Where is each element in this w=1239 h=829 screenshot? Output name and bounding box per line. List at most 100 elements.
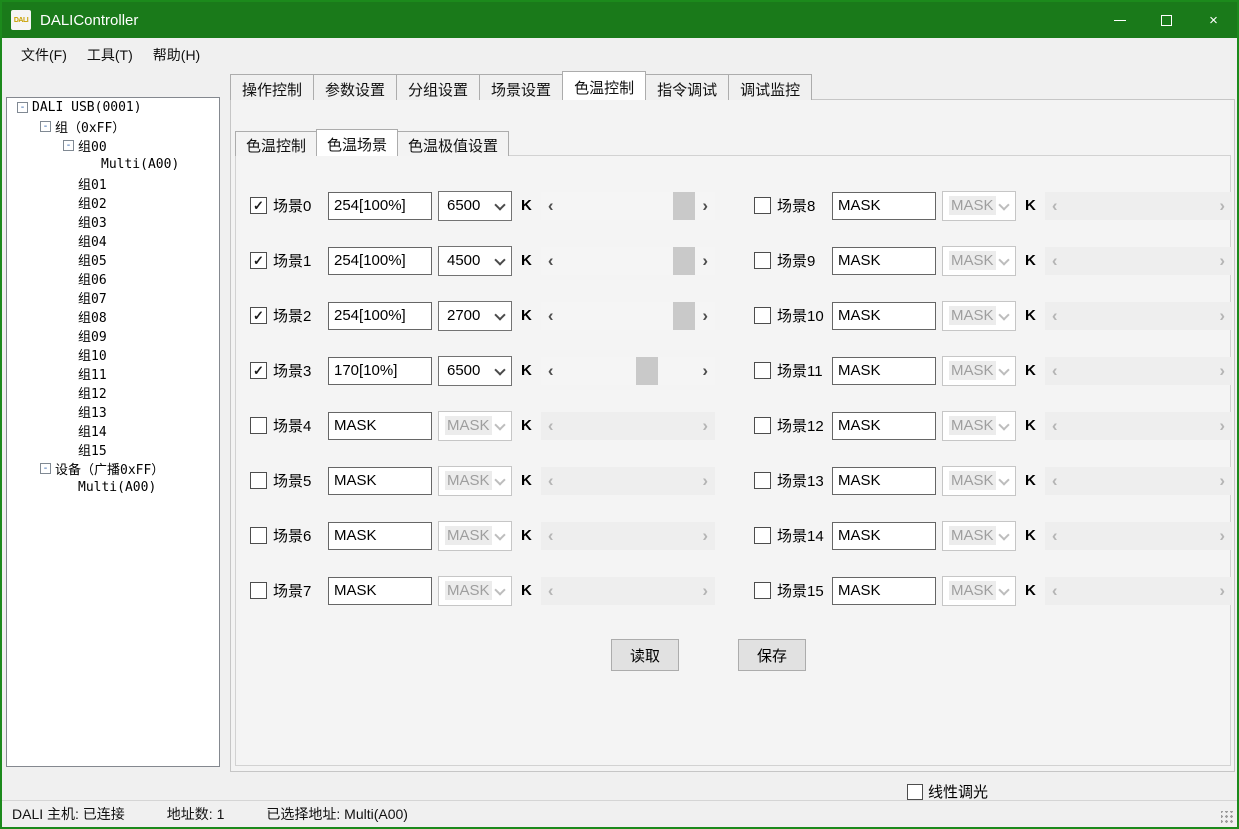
tree-node[interactable]: 组06 [7, 269, 219, 288]
brightness-input[interactable] [328, 467, 432, 495]
tab-scene-settings[interactable]: 场景设置 [479, 74, 563, 100]
tree-node[interactable]: 组11 [7, 364, 219, 383]
subtab-color-temp-control[interactable]: 色温控制 [235, 131, 317, 156]
tree-node[interactable]: 组04 [7, 231, 219, 250]
unit-label: K [1025, 197, 1036, 214]
brightness-input[interactable] [328, 577, 432, 605]
tree-node[interactable]: -组00 [7, 136, 219, 155]
brightness-slider[interactable]: ‹ › [541, 192, 715, 220]
slider-thumb[interactable] [673, 247, 695, 275]
scene-checkbox[interactable] [250, 472, 267, 489]
tree-node[interactable]: -DALI USB(0001) [7, 98, 219, 117]
subtab-color-temp-scene[interactable]: 色温场景 [316, 129, 398, 156]
scroll-left-icon[interactable]: ‹ [548, 197, 554, 214]
brightness-input[interactable] [328, 522, 432, 550]
tree-collapse-icon[interactable]: - [40, 463, 51, 474]
tree-node[interactable]: 组03 [7, 212, 219, 231]
scroll-left-icon[interactable]: ‹ [548, 307, 554, 324]
slider-thumb[interactable] [636, 357, 658, 385]
scroll-right-icon[interactable]: › [702, 197, 708, 214]
scroll-right-icon[interactable]: › [702, 362, 708, 379]
tree-node[interactable]: 组09 [7, 326, 219, 345]
brightness-input[interactable] [832, 467, 936, 495]
tree-node[interactable]: -设备（广播0xFF） [7, 459, 219, 478]
tree-node[interactable]: 组13 [7, 402, 219, 421]
tab-grouping-settings[interactable]: 分组设置 [396, 74, 480, 100]
menu-item-tools[interactable]: 工具(T) [77, 40, 143, 70]
brightness-input[interactable] [832, 577, 936, 605]
color-temp-select[interactable]: 2700 [438, 301, 512, 331]
tab-color-temp-control[interactable]: 色温控制 [562, 71, 646, 100]
brightness-input[interactable] [832, 247, 936, 275]
scene-label: 场景6 [273, 525, 328, 546]
tree-node[interactable]: -组（0xFF） [7, 117, 219, 136]
brightness-slider[interactable]: ‹ › [541, 247, 715, 275]
tab-debug-monitor[interactable]: 调试监控 [728, 74, 812, 100]
brightness-slider[interactable]: ‹ › [541, 302, 715, 330]
tree-node[interactable]: 组14 [7, 421, 219, 440]
brightness-slider[interactable]: ‹ › [541, 357, 715, 385]
resize-grip-icon[interactable] [1221, 811, 1234, 824]
tree-node[interactable]: 组07 [7, 288, 219, 307]
menu-item-help[interactable]: 帮助(H) [143, 40, 210, 70]
scene-checkbox[interactable] [754, 472, 771, 489]
tree-node[interactable]: Multi(A00) [7, 155, 219, 174]
tree-node[interactable]: 组10 [7, 345, 219, 364]
device-tree[interactable]: -DALI USB(0001)-组（0xFF）-组00Multi(A00)组01… [6, 97, 220, 767]
tree-node[interactable]: 组12 [7, 383, 219, 402]
scene-checkbox[interactable]: ✓ [250, 197, 267, 214]
scene-checkbox[interactable] [754, 307, 771, 324]
tab-operation-control[interactable]: 操作控制 [230, 74, 314, 100]
subtab-color-temp-limits[interactable]: 色温极值设置 [397, 131, 509, 156]
scene-checkbox[interactable] [250, 527, 267, 544]
tree-node[interactable]: 组08 [7, 307, 219, 326]
menu-item-file[interactable]: 文件(F) [11, 40, 77, 70]
brightness-input[interactable] [832, 412, 936, 440]
tree-collapse-icon[interactable]: - [63, 140, 74, 151]
slider-thumb[interactable] [673, 192, 695, 220]
read-button[interactable]: 读取 [611, 639, 679, 671]
scroll-right-icon[interactable]: › [702, 307, 708, 324]
brightness-input[interactable] [832, 357, 936, 385]
scene-checkbox[interactable]: ✓ [250, 307, 267, 324]
scene-checkbox[interactable] [754, 417, 771, 434]
brightness-input[interactable] [832, 192, 936, 220]
tree-node[interactable]: Multi(A00) [7, 478, 219, 497]
color-temp-select[interactable]: 6500 [438, 191, 512, 221]
linear-dimming-checkbox[interactable] [907, 784, 923, 800]
scene-checkbox[interactable] [250, 417, 267, 434]
brightness-input[interactable] [328, 247, 432, 275]
slider-thumb[interactable] [673, 302, 695, 330]
scene-checkbox[interactable] [250, 582, 267, 599]
tree-collapse-icon[interactable]: - [40, 121, 51, 132]
tab-command-debug[interactable]: 指令调试 [645, 74, 729, 100]
brightness-input[interactable] [328, 357, 432, 385]
scroll-right-icon[interactable]: › [702, 252, 708, 269]
tree-node[interactable]: 组15 [7, 440, 219, 459]
minimize-button[interactable] [1096, 2, 1143, 38]
scene-checkbox[interactable]: ✓ [250, 362, 267, 379]
save-button[interactable]: 保存 [738, 639, 806, 671]
brightness-input[interactable] [328, 302, 432, 330]
brightness-input[interactable] [328, 412, 432, 440]
tab-parameter-settings[interactable]: 参数设置 [313, 74, 397, 100]
tree-node[interactable]: 组02 [7, 193, 219, 212]
scene-checkbox[interactable] [754, 362, 771, 379]
scroll-left-icon[interactable]: ‹ [548, 252, 554, 269]
scene-checkbox[interactable] [754, 252, 771, 269]
tree-collapse-icon[interactable]: - [17, 102, 28, 113]
tree-node[interactable]: 组05 [7, 250, 219, 269]
maximize-button[interactable] [1143, 2, 1190, 38]
scene-checkbox[interactable]: ✓ [250, 252, 267, 269]
close-button[interactable]: × [1190, 2, 1237, 38]
scene-checkbox[interactable] [754, 527, 771, 544]
scene-checkbox[interactable] [754, 582, 771, 599]
brightness-input[interactable] [328, 192, 432, 220]
color-temp-select[interactable]: 4500 [438, 246, 512, 276]
tree-node[interactable]: 组01 [7, 174, 219, 193]
color-temp-select[interactable]: 6500 [438, 356, 512, 386]
brightness-input[interactable] [832, 522, 936, 550]
scene-checkbox[interactable] [754, 197, 771, 214]
brightness-input[interactable] [832, 302, 936, 330]
scroll-left-icon[interactable]: ‹ [548, 362, 554, 379]
